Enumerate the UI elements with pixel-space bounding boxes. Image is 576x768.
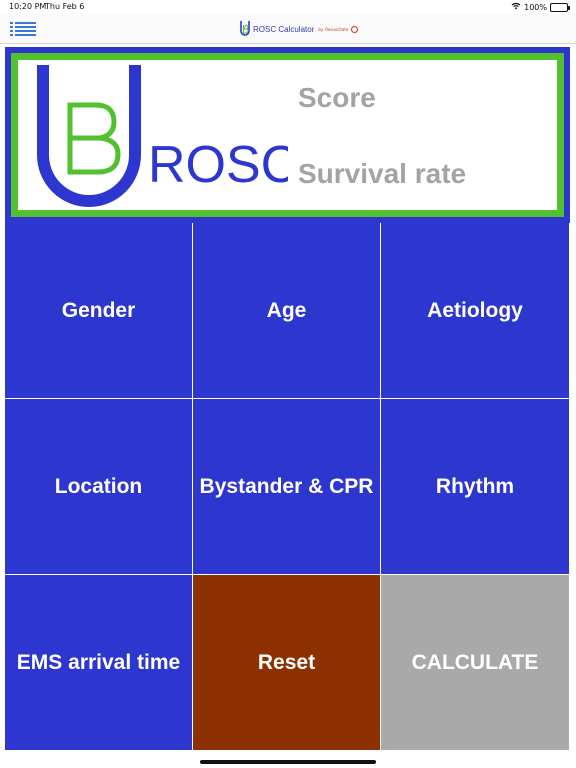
- logo-content: ROSC Score Survival rate: [18, 60, 557, 210]
- menu-button[interactable]: [10, 21, 36, 37]
- nav-by: by: [318, 26, 324, 32]
- logo-rosc-text: ROSC: [148, 136, 288, 194]
- battery-percent: 100%: [524, 2, 547, 12]
- rhythm-button[interactable]: Rhythm: [381, 399, 570, 575]
- nav-brand: Resuscitate: [325, 26, 349, 32]
- aetiology-button[interactable]: Aetiology: [381, 223, 570, 399]
- parameter-grid: Gender Age Aetiology Location Bystander …: [5, 223, 570, 751]
- age-button[interactable]: Age: [193, 223, 381, 399]
- calculate-button[interactable]: CALCULATE: [381, 575, 570, 751]
- reset-button[interactable]: Reset: [193, 575, 381, 751]
- home-indicator[interactable]: [200, 760, 376, 764]
- ems-arrival-time-button[interactable]: EMS arrival time: [5, 575, 193, 751]
- wifi-icon: [511, 2, 521, 12]
- bystander-cpr-button[interactable]: Bystander & CPR: [193, 399, 381, 575]
- list-menu-icon: [10, 22, 36, 36]
- logo-green-frame: ROSC Score Survival rate: [11, 53, 564, 217]
- status-right: 100%: [511, 2, 570, 12]
- ub-mini-logo-icon: [240, 21, 250, 36]
- location-button[interactable]: Location: [5, 399, 193, 575]
- status-date: Thu Feb 6: [45, 2, 85, 11]
- nav-app-name: ROSC Calculator: [253, 24, 315, 34]
- ub-rosc-logo: ROSC: [37, 65, 288, 207]
- nav-bar: ROSC Calculator by Resuscitate: [0, 14, 576, 44]
- survival-rate-label: Survival rate: [298, 158, 467, 189]
- brand-mark-icon: [351, 25, 359, 33]
- score-label: Score: [298, 82, 376, 113]
- battery-icon: [550, 2, 570, 12]
- status-time: 10:20 PM: [9, 2, 47, 11]
- logo-panel: ROSC Score Survival rate: [5, 47, 570, 223]
- nav-title: ROSC Calculator by Resuscitate: [239, 18, 359, 40]
- status-bar: 10:20 PM Thu Feb 6 100%: [0, 0, 576, 14]
- gender-button[interactable]: Gender: [5, 223, 193, 399]
